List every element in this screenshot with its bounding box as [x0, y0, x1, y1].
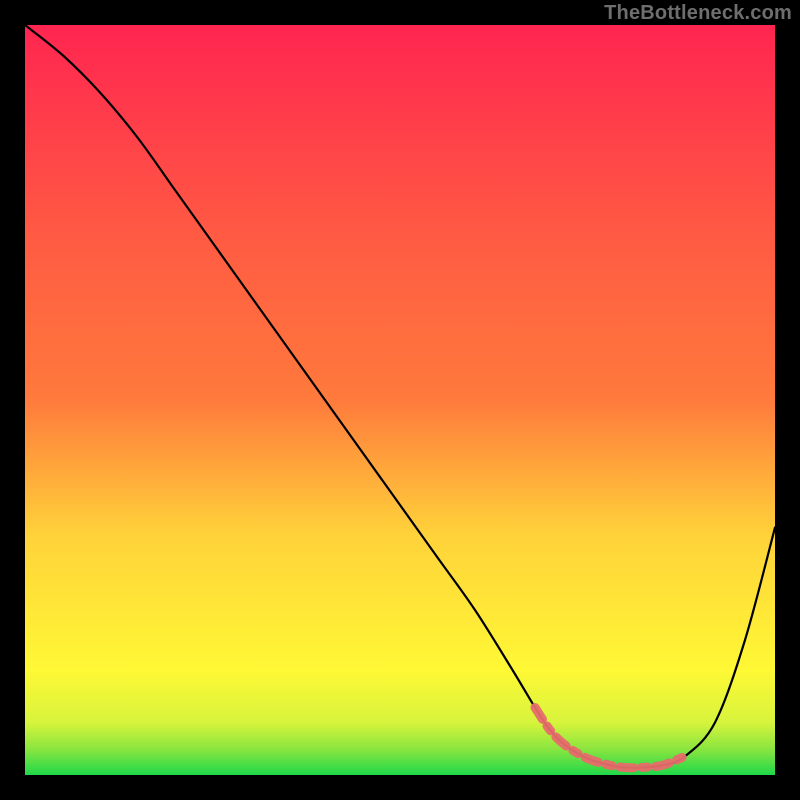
watermark-text: TheBottleneck.com	[604, 2, 792, 25]
chart-container: TheBottleneck.com	[0, 0, 800, 800]
plot-area	[25, 25, 775, 775]
chart-svg	[25, 25, 775, 775]
